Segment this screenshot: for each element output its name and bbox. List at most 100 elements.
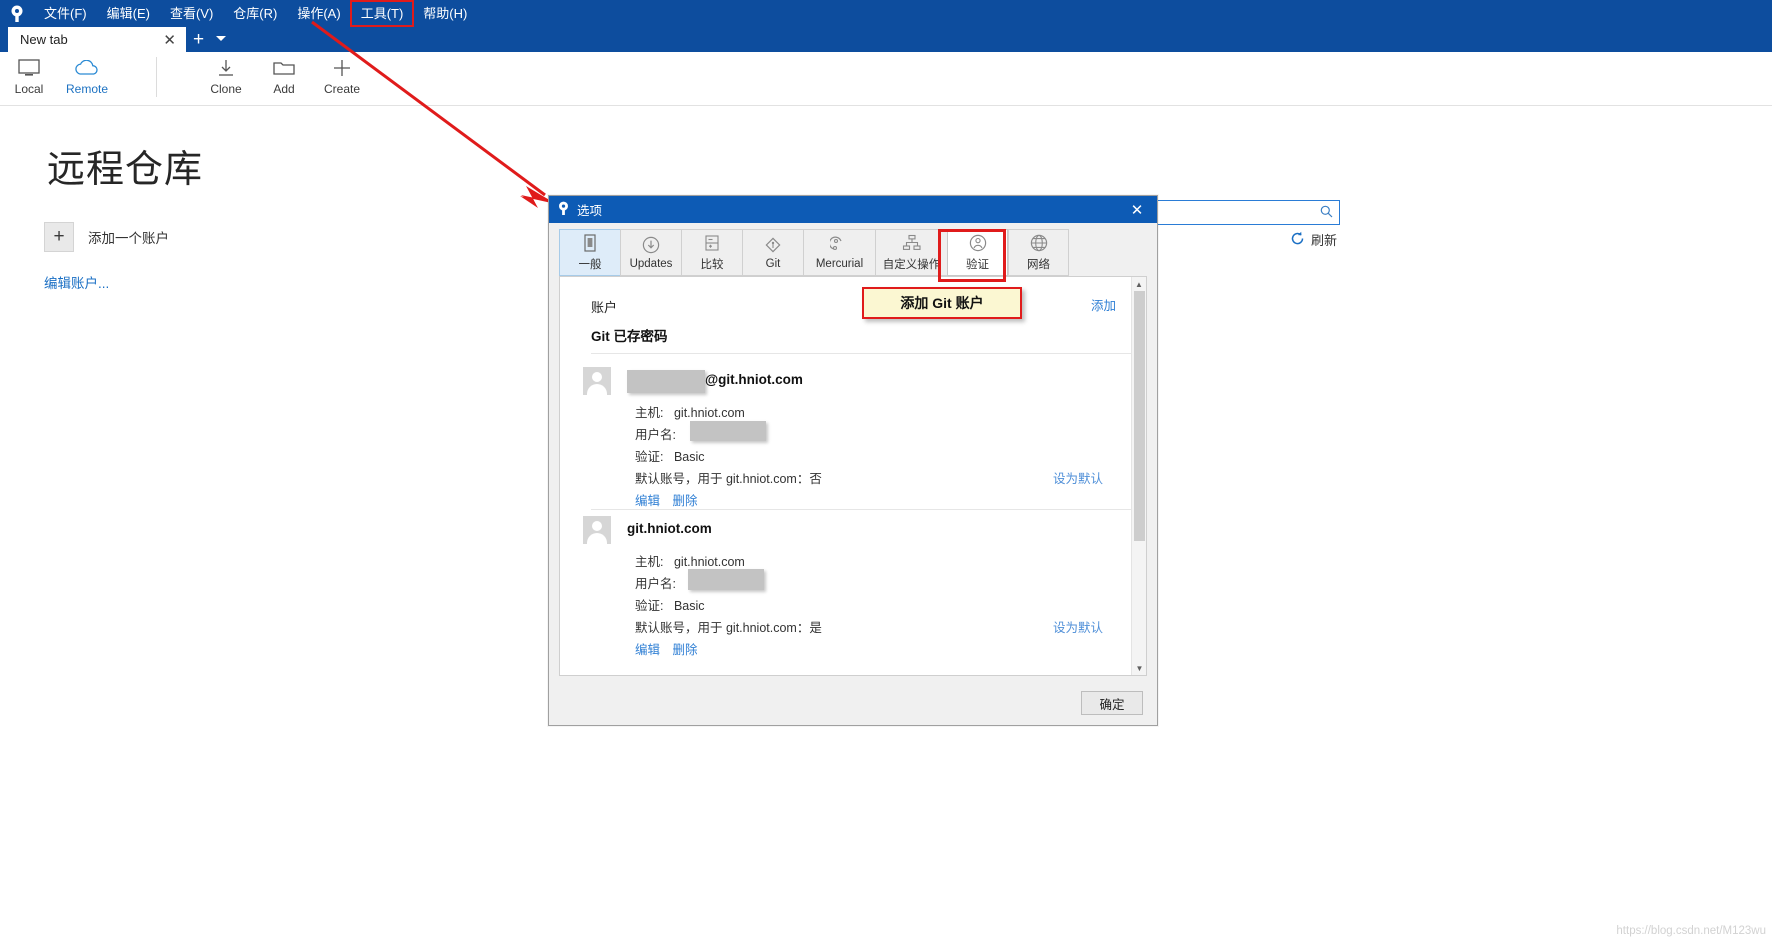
download-icon [216,56,236,80]
redacted-username-value [690,421,766,441]
folder-icon [273,56,295,80]
tab-label: New tab [20,32,159,47]
tab-general[interactable]: 一般 [559,229,620,276]
delete-link[interactable]: 删除 [673,643,698,657]
toolbar-label: Create [324,82,360,96]
tab-mercurial[interactable]: Mercurial [803,229,875,276]
refresh-button[interactable]: 刷新 [1290,230,1337,249]
menu-bar: 文件(F) 编辑(E) 查看(V) 仓库(R) 操作(A) 工具(T) 帮助(H… [0,0,1772,27]
toolbar-separator [156,57,157,97]
toolbar-button-remote[interactable]: Remote [58,56,116,96]
account-action-links: 编辑 删除 [635,490,707,509]
toolbar-button-create[interactable]: Create [313,56,371,96]
account-name: git.hniot.com [627,521,712,536]
page-title: 远程仓库 [47,138,203,193]
host-value: git.hniot.com [674,406,745,420]
dialog-title: 选项 [577,200,602,219]
account-username-row: 用户名: [635,424,676,443]
tab-new-tab[interactable]: New tab ✕ [8,27,186,52]
mercurial-icon [830,235,850,255]
edit-link[interactable]: 编辑 [635,643,660,657]
add-account-link[interactable]: 添加 [1091,295,1116,314]
account-name: @git.hniot.com [705,372,803,387]
menu-item-repository[interactable]: 仓库(R) [224,2,286,25]
tab-label: Updates [630,258,673,270]
section-accounts-heading: 账户 [591,297,617,316]
tab-label: 网络 [1027,256,1050,272]
host-label: 主机: [635,555,663,569]
scroll-up-icon[interactable]: ▲ [1132,277,1146,291]
tab-label: 比较 [701,256,724,272]
download-circle-icon [642,235,660,255]
tab-compare[interactable]: 比较 [681,229,742,276]
tab-git[interactable]: Git [742,229,803,276]
username-label: 用户名: [635,577,676,591]
divider [591,353,1139,354]
menu-item-edit[interactable]: 编辑(E) [98,2,159,25]
redacted-username-value [688,569,764,590]
main-toolbar: Local Remote Clone Add Create [0,52,1772,106]
tab-custom-actions[interactable]: 自定义操作 [875,229,947,276]
close-icon[interactable]: ✕ [1117,196,1157,223]
dialog-tab-bar: 一般 Updates 比较 Git Mercurial [549,223,1157,276]
add-account-row[interactable]: + 添加一个账户 [44,222,169,252]
refresh-label: 刷新 [1311,230,1337,249]
scrollbar-thumb[interactable] [1134,291,1145,541]
ok-button[interactable]: 确定 [1081,691,1143,715]
account-default-row: 默认账号，用于 git.hniot.com：是 [635,617,822,636]
globe-icon [1030,233,1048,253]
redacted-username-block [627,370,705,393]
set-default-link[interactable]: 设为默认 [1053,617,1103,636]
menu-item-view[interactable]: 查看(V) [161,2,222,25]
plus-icon[interactable]: + [44,222,74,252]
git-diamond-icon [764,235,782,255]
tab-label: 验证 [966,256,989,272]
tab-authentication[interactable]: 验证 [947,229,1008,276]
menu-item-tools[interactable]: 工具(T) [352,2,413,25]
menu-item-actions[interactable]: 操作(A) [288,2,349,25]
tab-updates[interactable]: Updates [620,229,681,276]
account-default-row: 默认账号，用于 git.hniot.com：否 [635,468,822,487]
auth-label: 验证: [635,450,663,464]
account-username-row: 用户名: [635,573,676,592]
close-icon[interactable]: ✕ [159,31,180,49]
toolbar-label: Add [273,82,294,96]
scroll-down-icon[interactable]: ▼ [1132,661,1147,675]
dialog-footer: 确定 [549,681,1157,725]
watermark: https://blog.csdn.net/M123wu [1616,925,1766,937]
divider [591,509,1139,510]
account-auth-row: 验证: Basic [635,446,705,465]
add-account-label: 添加一个账户 [88,227,169,247]
dialog-content-panel: 账户 添加 Git 已存密码 @git.hniot.com 主机: git.hn… [559,276,1147,676]
avatar [583,516,611,544]
chevron-down-icon[interactable] [216,36,226,41]
toolbar-label: Local [15,82,44,96]
toolbar-button-add[interactable]: Add [255,56,313,96]
tab-label: 自定义操作 [883,256,941,272]
edit-link[interactable]: 编辑 [635,494,660,508]
scrollbar[interactable]: ▲ ▼ [1131,277,1146,675]
tab-label: Mercurial [816,258,863,270]
tab-label: Git [766,258,781,270]
delete-link[interactable]: 删除 [673,494,698,508]
new-tab-button[interactable]: + [193,29,204,50]
account-host-row: 主机: git.hniot.com [635,551,745,570]
toolbar-label: Remote [66,82,108,96]
toolbar-button-local[interactable]: Local [0,56,58,96]
host-value: git.hniot.com [674,555,745,569]
auth-value: Basic [674,450,705,464]
username-label: 用户名: [635,428,676,442]
battery-icon [582,233,598,253]
set-default-link[interactable]: 设为默认 [1053,468,1103,487]
menu-item-help[interactable]: 帮助(H) [414,2,476,25]
toolbar-button-clone[interactable]: Clone [197,56,255,96]
host-label: 主机: [635,406,663,420]
user-circle-icon [969,233,987,253]
edit-accounts-link[interactable]: 编辑账户... [44,272,109,292]
tab-strip: New tab ✕ + [0,27,1772,52]
options-dialog: 选项 ✕ 一般 Updates 比较 Git [548,195,1158,726]
menu-item-file[interactable]: 文件(F) [35,2,96,25]
account-auth-row: 验证: Basic [635,595,705,614]
cloud-icon [74,56,100,80]
tab-network[interactable]: 网络 [1008,229,1069,276]
